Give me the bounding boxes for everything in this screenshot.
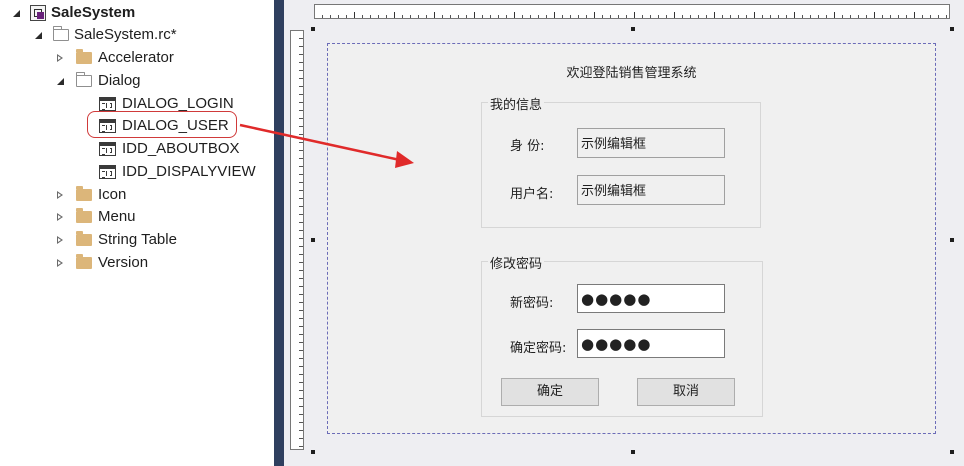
cancel-button[interactable]: 取消 [637, 378, 735, 406]
resize-handle[interactable] [950, 27, 954, 31]
project-icon [30, 5, 46, 21]
folder-icon [76, 254, 92, 269]
vertical-ruler [290, 30, 304, 450]
annotation-highlight-ring [87, 111, 237, 138]
tree-node-label: SaleSystem.rc* [74, 26, 177, 43]
dialog-user-form[interactable]: 欢迎登陆销售管理系统 我的信息 身 份: 示例编辑框 用户名: 示例编辑框 修改… [327, 43, 936, 434]
dialog-title: 欢迎登陆销售管理系统 [566, 66, 697, 81]
folder-icon [76, 208, 92, 223]
folder-icon [76, 231, 92, 246]
resize-handle[interactable] [311, 450, 315, 454]
collapse-arrow-icon[interactable] [54, 184, 66, 206]
my-info-caption: 我的信息 [488, 94, 545, 113]
new-password-field[interactable]: ●●●●● [577, 284, 725, 313]
collapse-arrow-icon[interactable] [54, 206, 66, 228]
dialog-resource-icon [99, 165, 116, 179]
change-password-groupbox[interactable]: 修改密码 新密码: ●●●●● 确定密码: ●●●●● 确定 取消 [481, 253, 763, 417]
open-folder-icon [52, 26, 69, 41]
panel-splitter[interactable] [274, 0, 284, 466]
collapse-arrow-icon[interactable] [54, 252, 66, 274]
ok-button[interactable]: 确定 [501, 378, 599, 406]
expand-arrow-icon[interactable] [10, 2, 22, 24]
tree-node-label: IDD_DISPALYVIEW [122, 163, 256, 180]
folder-icon [76, 49, 92, 64]
my-info-groupbox[interactable]: 我的信息 身 份: 示例编辑框 用户名: 示例编辑框 [481, 94, 761, 228]
expand-arrow-icon[interactable] [54, 70, 66, 92]
tree-node-label: SaleSystem [51, 4, 136, 21]
tree-node-label: Accelerator [98, 49, 174, 66]
folder-icon [76, 186, 92, 201]
identity-field[interactable]: 示例编辑框 [577, 128, 725, 158]
collapse-arrow-icon[interactable] [54, 47, 66, 69]
tree-node-label: Version [98, 254, 149, 271]
resize-handle[interactable] [311, 27, 315, 31]
resize-handle[interactable] [631, 450, 635, 454]
confirm-password-field[interactable]: ●●●●● [577, 329, 725, 358]
horizontal-ruler [314, 4, 950, 19]
resize-handle[interactable] [950, 450, 954, 454]
username-label: 用户名: [510, 187, 554, 202]
confirm-password-label: 确定密码: [510, 341, 567, 356]
resize-handle[interactable] [950, 238, 954, 242]
collapse-arrow-icon[interactable] [54, 229, 66, 251]
username-field[interactable]: 示例编辑框 [577, 175, 725, 205]
identity-label: 身 份: [510, 139, 545, 154]
tree-node-label: Menu [98, 208, 136, 225]
resource-view-tree: SaleSystem SaleSystem.rc* Accelerator Di… [0, 0, 274, 466]
expand-arrow-icon[interactable] [32, 24, 44, 46]
tree-node-label: IDD_ABOUTBOX [122, 140, 240, 157]
new-password-label: 新密码: [510, 296, 554, 311]
open-folder-icon [75, 72, 92, 87]
tree-node-label: String Table [98, 231, 177, 248]
tree-node-label: Dialog [98, 72, 141, 89]
tree-node-label: Icon [98, 186, 127, 203]
dialog-designer-surface: 欢迎登陆销售管理系统 我的信息 身 份: 示例编辑框 用户名: 示例编辑框 修改… [284, 0, 964, 466]
change-password-caption: 修改密码 [488, 253, 545, 272]
dialog-resource-icon [99, 142, 116, 156]
resize-handle[interactable] [311, 238, 315, 242]
resize-handle[interactable] [631, 27, 635, 31]
dialog-resource-icon [99, 97, 116, 111]
